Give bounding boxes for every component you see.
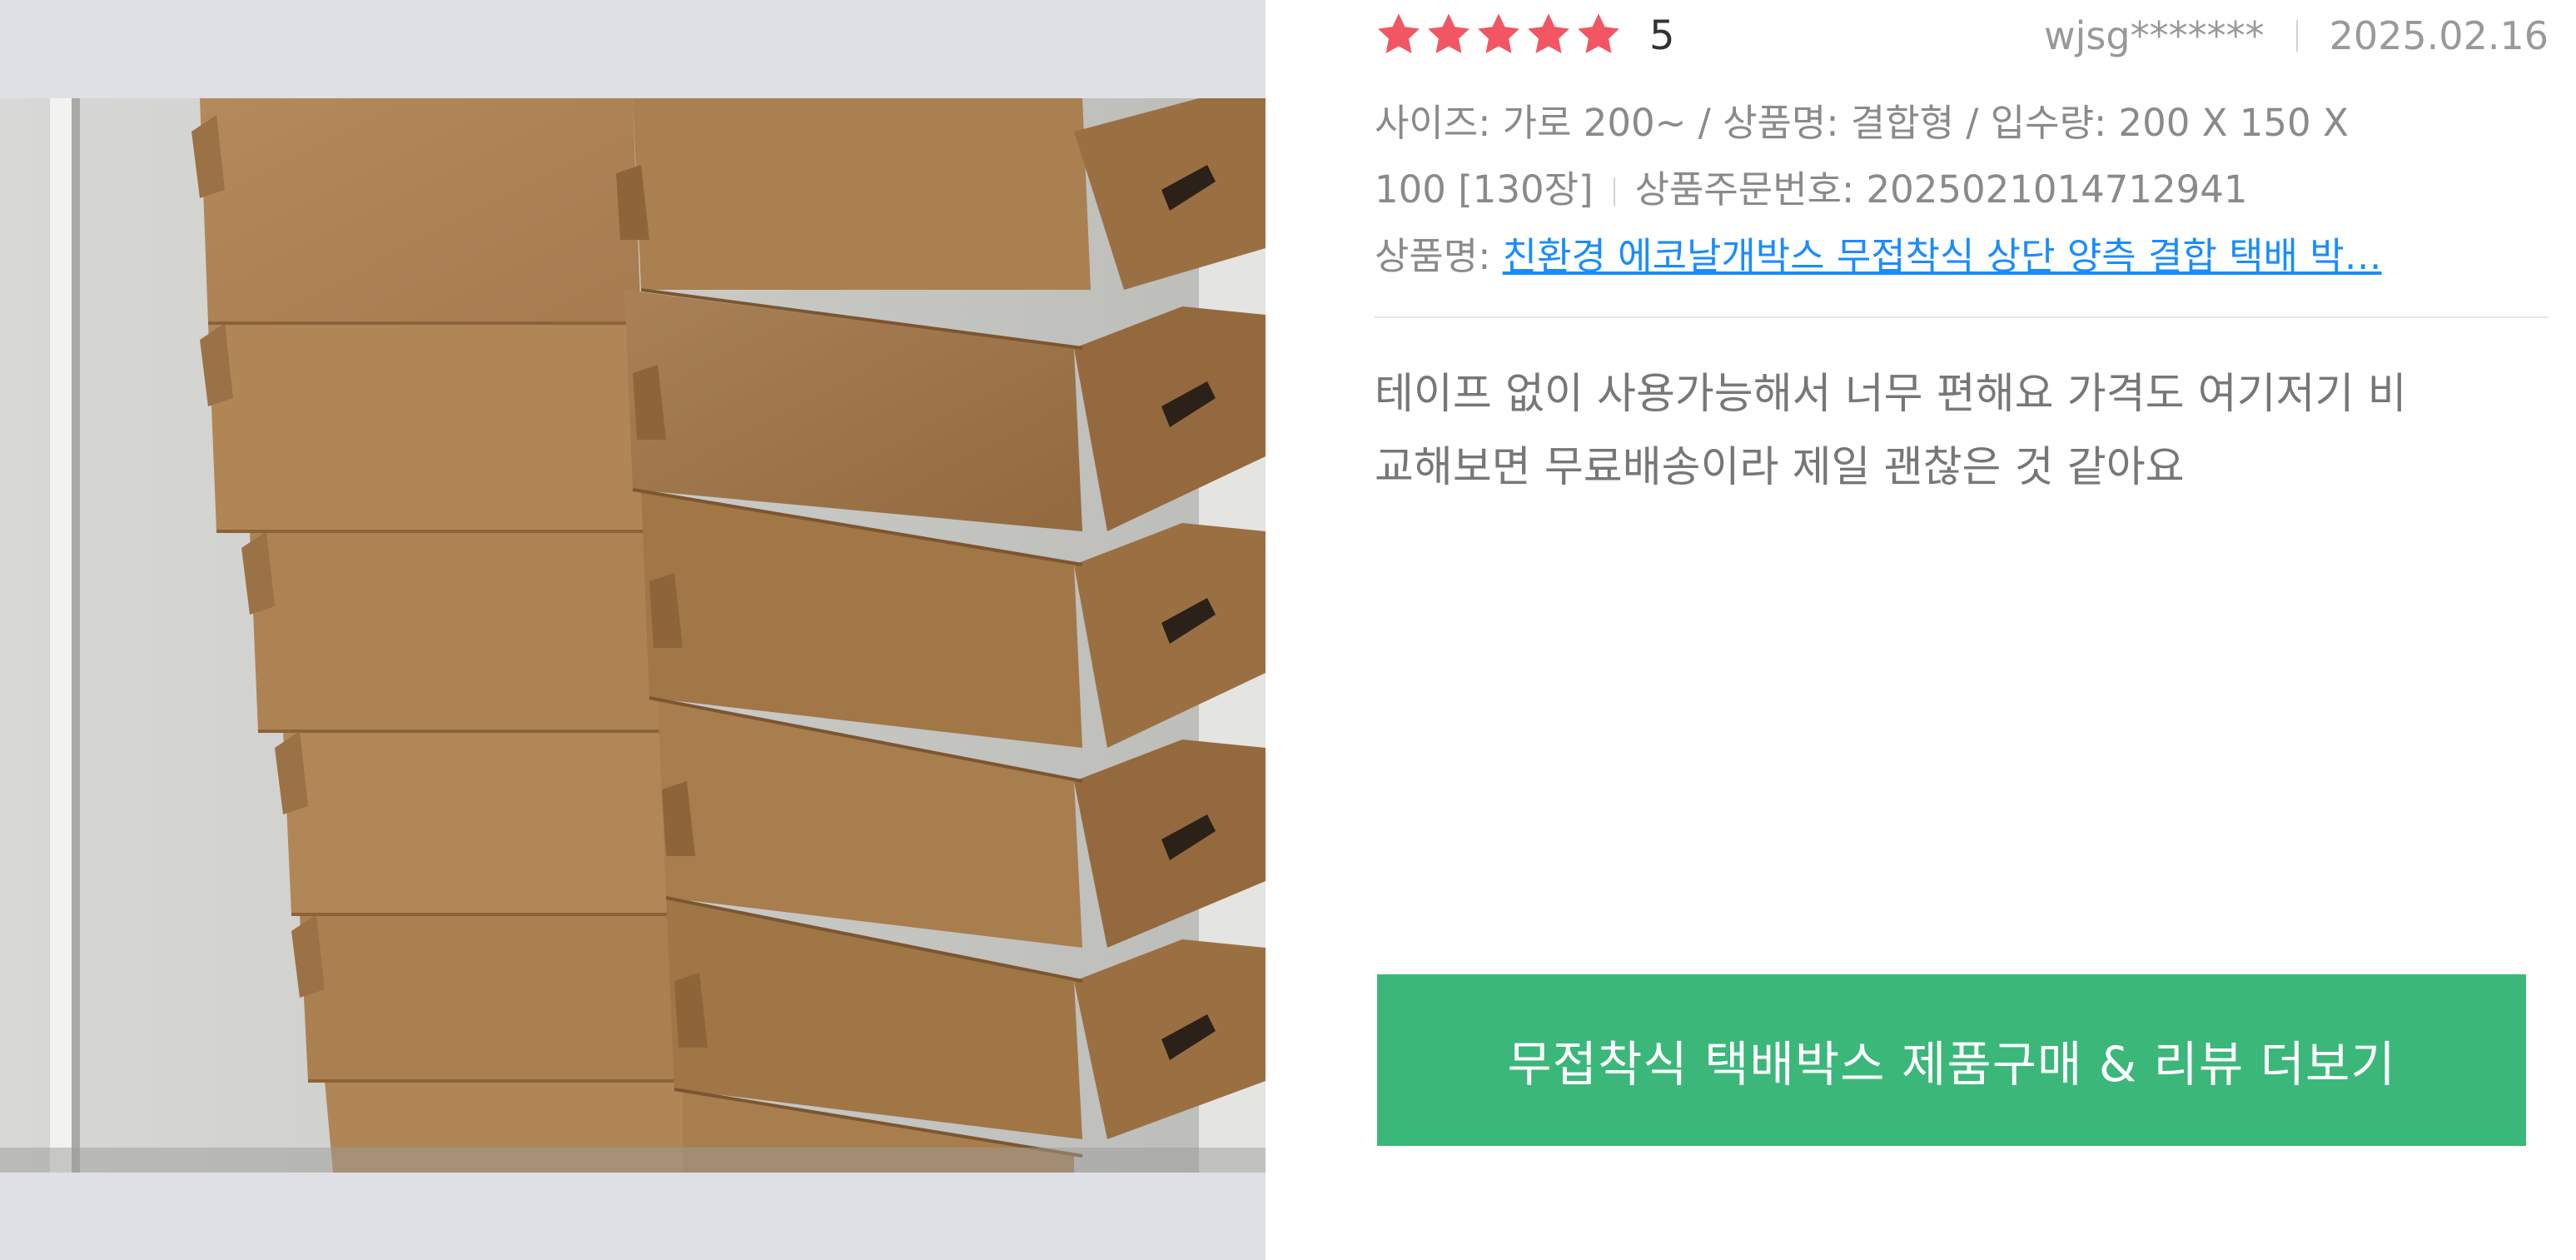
option-line: 사이즈: 가로 200~ / 상품명: 결합형 / 입수량: 200 X 150… [1375,90,2549,157]
star-icon [1574,10,1623,58]
star-icon [1375,10,1423,58]
review-body: 테이프 없이 사용가능해서 너무 편해요 가격도 여기저기 비 교해보면 무료배… [1375,358,2549,505]
star-icon [1425,10,1473,58]
product-link[interactable]: 친환경 에코날개박스 무접착식 상단 양측 결합 택배 박… [1503,234,2382,278]
review-photo[interactable] [0,98,1266,1173]
product-label: 상품명: [1375,234,1503,278]
star-rating [1375,10,1624,60]
review-body-line: 교해보면 무료배송이라 제일 괜찮은 것 같아요 [1375,443,2185,492]
order-number: 상품주문번호: 2025021014712941 [1634,167,2248,212]
meta-divider [2295,20,2298,52]
review-photo-panel [0,0,1266,1260]
review-card: 5 wjsg******* 2025.02.16 사이즈: 가로 200~ / … [0,0,2576,1260]
purchase-info: 사이즈: 가로 200~ / 상품명: 결합형 / 입수량: 200 X 150… [1375,90,2549,290]
review-body-line: 테이프 없이 사용가능해서 너무 편해요 가격도 여기저기 비 [1375,370,2407,419]
option-text-cont: 100 [130장] [1375,167,1594,212]
author-date: wjsg******* 2025.02.16 [2044,8,2549,63]
product-line: 상품명: 친환경 에코날개박스 무접착식 상단 양측 결합 택배 박… [1375,223,2549,290]
review-date: 2025.02.16 [2329,13,2549,58]
star-icon [1524,10,1573,58]
section-divider [1375,316,2549,318]
review-meta: 5 wjsg******* 2025.02.16 [1375,0,2549,72]
rating-score: 5 [1649,12,1675,59]
buy-and-more-reviews-button[interactable]: 무접착식 택배박스 제품구매 & 리뷰 더보기 [1377,974,2526,1146]
option-order-line: 100 [130장] 상품주문번호: 2025021014712941 [1375,157,2549,223]
star-icon [1474,10,1523,58]
info-divider [1613,177,1615,206]
review-content: 5 wjsg******* 2025.02.16 사이즈: 가로 200~ / … [1375,0,2549,1260]
review-author: wjsg******* [2044,13,2265,58]
option-text: 사이즈: 가로 200~ / 상품명: 결합형 / 입수량: 200 X 150… [1375,101,2349,145]
